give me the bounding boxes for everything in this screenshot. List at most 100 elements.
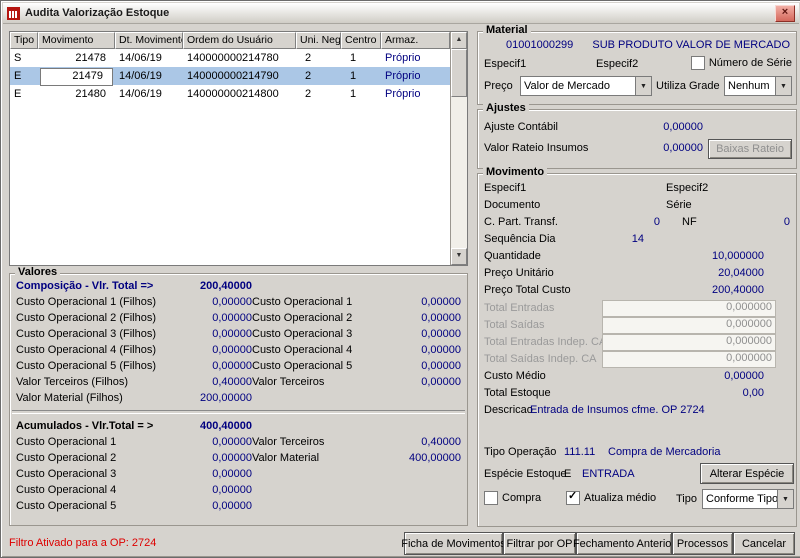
valores-row: Custo Operacional 30,00000 bbox=[10, 466, 467, 482]
column-header-4[interactable]: Uni. Neg. bbox=[296, 32, 341, 49]
scroll-down-button[interactable]: ▼ bbox=[451, 248, 467, 265]
cancelar-button[interactable]: Cancelar bbox=[733, 532, 795, 555]
check-icon: ✓ bbox=[568, 489, 577, 502]
compra-checkbox[interactable]: Compra bbox=[484, 491, 541, 505]
table-cell: S bbox=[10, 49, 38, 67]
window-title: Audita Valorização Estoque bbox=[25, 7, 169, 19]
movements-grid[interactable]: TipoMovimentoDt. MovimentoOrdem do Usuár… bbox=[9, 31, 468, 266]
scroll-thumb[interactable] bbox=[451, 49, 467, 97]
preco-combo[interactable]: Valor de Mercado ▼ bbox=[520, 76, 652, 96]
total-entradas-label: Total Entradas bbox=[484, 302, 554, 314]
material-group: Material 01001000299 SUB PRODUTO VALOR D… bbox=[477, 31, 797, 105]
movimento-group-title: Movimento bbox=[483, 166, 547, 178]
atualiza-medio-checkbox[interactable]: ✓ Atualiza médio bbox=[566, 491, 656, 505]
numero-serie-checkbox[interactable]: Número de Série bbox=[691, 56, 792, 70]
column-header-6[interactable]: Armaz. bbox=[381, 32, 450, 49]
scroll-up-button[interactable]: ▲ bbox=[451, 32, 467, 49]
utiliza-grade-combo[interactable]: Nenhum ▼ bbox=[724, 76, 792, 96]
valores-value: 0,40000 bbox=[168, 374, 252, 390]
table-cell: 140000000214800 bbox=[183, 85, 296, 103]
table-cell: E bbox=[10, 85, 38, 103]
valores-label: Custo Operacional 5 bbox=[16, 498, 168, 514]
valores-label: Custo Operacional 1 bbox=[252, 294, 380, 310]
tipo-combo[interactable]: Conforme Tipo ▼ bbox=[702, 489, 794, 509]
tipo-operacao-label: Tipo Operação bbox=[484, 446, 556, 458]
descricao-value: Entrada de Insumos cfme. OP 2724 bbox=[530, 404, 705, 416]
valores-value: 0,00000 bbox=[380, 342, 461, 358]
column-header-5[interactable]: Centro bbox=[341, 32, 381, 49]
mov-especif2-label: Especif2 bbox=[666, 182, 708, 194]
column-header-3[interactable]: Ordem do Usuário bbox=[183, 32, 296, 49]
valores-value: 0,00000 bbox=[380, 294, 461, 310]
valores-row: Custo Operacional 5 (Filhos)0,00000Custo… bbox=[10, 358, 467, 374]
filtrar-por-op-button[interactable]: Filtrar por OP bbox=[503, 532, 576, 555]
movimento-group: Movimento Especif1 Especif2 Documento Sé… bbox=[477, 173, 797, 527]
column-header-1[interactable]: Movimento bbox=[38, 32, 115, 49]
valores-value: 0,00000 bbox=[168, 434, 252, 450]
valores-row: Custo Operacional 40,00000 bbox=[10, 482, 467, 498]
title-bar[interactable]: Audita Valorização Estoque × bbox=[3, 3, 799, 24]
app-icon bbox=[7, 7, 20, 20]
column-header-0[interactable]: Tipo bbox=[10, 32, 38, 49]
valores-label: Custo Operacional 4 bbox=[16, 482, 168, 498]
valores-value: 0,00000 bbox=[380, 310, 461, 326]
processos-button[interactable]: Processos bbox=[672, 532, 733, 555]
table-row[interactable]: S2147814/06/1914000000021478021Próprio bbox=[10, 49, 450, 67]
valores-value: 0,00000 bbox=[168, 358, 252, 374]
table-cell: 21480 bbox=[38, 85, 115, 103]
total-entradas-indep-field: 0,000000 bbox=[602, 334, 776, 351]
valores-label: Custo Operacional 2 bbox=[252, 310, 380, 326]
quantidade-value: 10,000000 bbox=[658, 250, 764, 262]
chevron-down-icon[interactable]: ▼ bbox=[777, 490, 793, 508]
acumulados-header: Acumulados - Vlr.Total = > 400,40000 bbox=[10, 418, 467, 434]
table-cell: 14/06/19 bbox=[115, 67, 183, 86]
table-cell: 1 bbox=[341, 49, 381, 67]
column-header-2[interactable]: Dt. Movimento bbox=[115, 32, 183, 49]
table-cell: 140000000214790 bbox=[183, 67, 296, 86]
valores-label: Custo Operacional 4 (Filhos) bbox=[16, 342, 168, 358]
compra-checkbox-box bbox=[484, 491, 498, 505]
vertical-scrollbar[interactable]: ▲ ▼ bbox=[450, 32, 467, 265]
valores-row: Custo Operacional 1 (Filhos)0,00000Custo… bbox=[10, 294, 467, 310]
table-row[interactable]: E2148014/06/1914000000021480021Próprio bbox=[10, 85, 450, 103]
atualiza-medio-checkbox-box: ✓ bbox=[566, 491, 580, 505]
valores-value bbox=[380, 482, 461, 498]
table-cell: 14/06/19 bbox=[115, 49, 183, 67]
table-cell: 21478 bbox=[38, 49, 115, 67]
chevron-down-icon[interactable]: ▼ bbox=[635, 77, 651, 95]
scroll-track[interactable] bbox=[451, 97, 467, 248]
valores-label: Valor Terceiros (Filhos) bbox=[16, 374, 168, 390]
alterar-especie-button[interactable]: Alterar Espécie bbox=[700, 463, 794, 484]
fechamento-anterior-button[interactable]: Fechamento Anterior bbox=[576, 532, 672, 555]
table-row[interactable]: E2147914/06/1914000000021479021Próprio bbox=[10, 67, 450, 85]
table-cell: E bbox=[10, 67, 38, 86]
movimento-edit-input[interactable]: 21479 bbox=[40, 68, 113, 86]
close-button[interactable]: × bbox=[775, 5, 795, 22]
ajustes-group-title: Ajustes bbox=[483, 102, 529, 114]
valores-label: Valor Material bbox=[252, 450, 380, 466]
sequencia-label: Sequência Dia bbox=[484, 233, 556, 245]
movements-body[interactable]: S2147814/06/1914000000021478021PróprioE2… bbox=[10, 49, 450, 265]
preco-unitario-label: Preço Unitário bbox=[484, 267, 554, 279]
preco-label: Preço bbox=[484, 80, 513, 92]
dialog-window: Audita Valorização Estoque × TipoMovimen… bbox=[0, 0, 800, 558]
chevron-down-icon[interactable]: ▼ bbox=[775, 77, 791, 95]
valores-label: Custo Operacional 4 bbox=[252, 342, 380, 358]
tipo-operacao-desc: Compra de Mercadoria bbox=[608, 446, 721, 458]
numero-serie-label: Número de Série bbox=[709, 57, 792, 69]
ajuste-contabil-label: Ajuste Contábil bbox=[484, 121, 558, 133]
scroll-down-icon: ▼ bbox=[456, 252, 463, 259]
preco-unitario-value: 20,04000 bbox=[658, 267, 764, 279]
c-part-label: C. Part. Transf. bbox=[484, 216, 558, 228]
valor-rateio-label: Valor Rateio Insumos bbox=[484, 142, 588, 154]
table-cell: 1 bbox=[341, 67, 381, 86]
table-cell: Próprio bbox=[381, 85, 450, 103]
ficha-movimentos-button[interactable]: Ficha de Movimentos bbox=[404, 532, 503, 555]
total-entradas-indep-label: Total Entradas Indep. CA bbox=[484, 336, 606, 348]
valores-group-title: Valores bbox=[15, 266, 60, 278]
ajuste-contabil-value: 0,00000 bbox=[578, 121, 703, 133]
valores-row: Custo Operacional 50,00000 bbox=[10, 498, 467, 514]
preco-total-label: Preço Total Custo bbox=[484, 284, 571, 296]
valores-value: 200,00000 bbox=[168, 390, 252, 406]
total-estoque-label: Total Estoque bbox=[484, 387, 551, 399]
